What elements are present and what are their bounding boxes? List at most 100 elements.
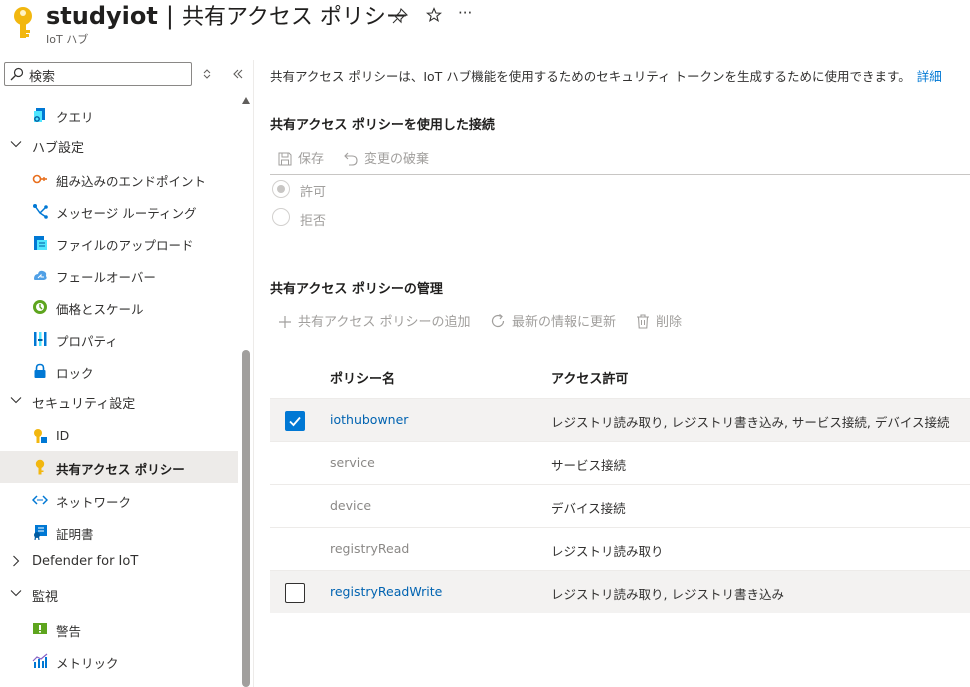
sidebar-item-certificates[interactable]: 証明書: [0, 516, 238, 548]
identity-icon: [34, 429, 47, 443]
page-description: 共有アクセス ポリシーは、IoT ハブ機能を使用するためのセキュリティ トークン…: [270, 66, 942, 85]
chevron-right-icon: [13, 555, 20, 567]
chevron-down-icon: [10, 141, 22, 148]
row-checkbox[interactable]: [285, 411, 305, 431]
policy-name-link[interactable]: iothubowner: [330, 412, 408, 427]
table-row[interactable]: iothubowner レジストリ読み取り, レジストリ書き込み, サービス接続…: [270, 398, 970, 441]
save-button[interactable]: 保存: [278, 148, 324, 167]
network-icon: [32, 495, 48, 505]
resource-menu: 検索 クエリ ハブ設定 組み込みのエンドポイント メッセージ ルーティング ファ…: [0, 60, 252, 687]
scroll-up-arrow-icon[interactable]: [242, 97, 250, 104]
main-content: 共有アクセス ポリシーは、IoT ハブ機能を使用するためのセキュリティ トークン…: [254, 60, 970, 687]
menu-scrollbar-thumb[interactable]: [242, 350, 250, 687]
row-checkbox[interactable]: [285, 583, 305, 603]
deny-radio[interactable]: [272, 208, 290, 226]
key-icon: [35, 459, 45, 475]
allow-radio[interactable]: [272, 180, 290, 198]
sidebar-item-failover[interactable]: フェールオーバー: [0, 259, 238, 291]
sidebar-item-label: メッセージ ルーティング: [56, 206, 197, 221]
sidebar-item-metrics[interactable]: メトリック: [0, 645, 238, 677]
table-row[interactable]: service サービス接続: [270, 441, 970, 484]
sidebar-item-identity[interactable]: ID: [0, 420, 238, 452]
sidebar-item-label: 価格とスケール: [56, 302, 144, 317]
deny-label: 拒否: [300, 214, 327, 229]
resource-name: studyiot: [46, 2, 158, 30]
sidebar-item-message-routing[interactable]: メッセージ ルーティング: [0, 195, 238, 227]
add-policy-button[interactable]: 共有アクセス ポリシーの追加: [278, 311, 470, 330]
add-icon: [279, 316, 291, 328]
sidebar-item-network[interactable]: ネットワーク: [0, 484, 238, 516]
sidebar-group-hub-settings[interactable]: ハブ設定: [0, 130, 238, 162]
policy-name-link[interactable]: registryRead: [330, 541, 409, 556]
refresh-icon: [491, 314, 505, 328]
discard-label: 変更の破棄: [364, 152, 430, 167]
search-icon: [10, 67, 24, 81]
more-button[interactable]: ···: [458, 4, 472, 22]
refresh-label: 最新の情報に更新: [512, 315, 617, 330]
table-row[interactable]: registryReadWrite レジストリ読み取り, レジストリ書き込み: [270, 570, 970, 613]
sidebar-item-label: フェールオーバー: [56, 270, 156, 285]
query-icon: [34, 108, 45, 122]
key-icon: [14, 7, 32, 38]
sidebar-item-built-in-endpoints[interactable]: 組み込みのエンドポイント: [0, 163, 238, 195]
sidebar-item-pricing-scale[interactable]: 価格とスケール: [0, 291, 238, 323]
sidebar-item-label: 警告: [56, 624, 82, 639]
sidebar-item-label: ロック: [56, 366, 94, 381]
chevron-down-icon: [10, 397, 22, 404]
sidebar-item-label: クエリ: [56, 110, 94, 125]
sidebar-item-lock[interactable]: ロック: [0, 355, 238, 387]
sidebar-group-label: ハブ設定: [32, 141, 85, 156]
pin-icon[interactable]: [392, 8, 408, 24]
sidebar-item-shared-access-policies[interactable]: 共有アクセス ポリシー: [0, 451, 238, 483]
policy-permissions: サービス接続: [551, 458, 627, 473]
sidebar-item-properties[interactable]: プロパティ: [0, 323, 238, 355]
title-separator: |: [165, 2, 174, 30]
sidebar-item-query[interactable]: クエリ: [0, 99, 238, 131]
search-input[interactable]: 検索: [4, 62, 192, 86]
save-icon: [278, 152, 292, 166]
policy-name-link[interactable]: service: [330, 455, 375, 470]
table-row[interactable]: device デバイス接続: [270, 484, 970, 527]
routing-icon: [33, 204, 48, 219]
sidebar-item-label: ファイルのアップロード: [56, 238, 194, 253]
add-policy-label: 共有アクセス ポリシーの追加: [298, 315, 471, 330]
sort-icon[interactable]: [202, 68, 212, 80]
star-icon[interactable]: [426, 7, 442, 23]
refresh-button[interactable]: 最新の情報に更新: [490, 311, 616, 330]
sidebar-group-security-settings[interactable]: セキュリティ設定: [0, 386, 238, 418]
delete-button[interactable]: 削除: [636, 311, 682, 330]
manage-section-title: 共有アクセス ポリシーの管理: [270, 282, 443, 297]
save-label: 保存: [298, 152, 325, 167]
sidebar-item-alerts[interactable]: 警告: [0, 613, 238, 645]
table-row[interactable]: registryRead レジストリ読み取り: [270, 527, 970, 570]
page-header: studyiot | 共有アクセス ポリシー IoT ハブ ···: [0, 0, 970, 50]
policy-name-link[interactable]: registryReadWrite: [330, 584, 442, 599]
sidebar-item-file-upload[interactable]: ファイルのアップロード: [0, 227, 238, 259]
column-header-permissions[interactable]: アクセス許可: [551, 368, 628, 387]
connection-section-title: 共有アクセス ポリシーを使用した接続: [270, 118, 495, 133]
delete-label: 削除: [656, 315, 683, 330]
metrics-icon: [32, 653, 48, 668]
learn-more-link[interactable]: 詳細: [917, 69, 942, 84]
sidebar-item-label: プロパティ: [56, 334, 118, 349]
discard-changes-button[interactable]: 変更の破棄: [344, 148, 429, 167]
sidebar-group-monitoring[interactable]: 監視: [0, 579, 238, 611]
page-title: studyiot | 共有アクセス ポリシー: [46, 0, 408, 31]
sidebar-group-defender-for-iot[interactable]: Defender for IoT: [0, 547, 238, 579]
lock-icon: [34, 363, 46, 378]
sidebar-group-label: 監視: [32, 590, 59, 605]
description-text: 共有アクセス ポリシーは、IoT ハブ機能を使用するためのセキュリティ トークン…: [270, 69, 911, 84]
alert-icon: [33, 623, 47, 634]
policy-permissions: レジストリ読み取り, レジストリ書き込み, サービス接続, デバイス接続: [551, 415, 950, 430]
undo-icon: [344, 152, 358, 166]
sidebar-group-label: Defender for IoT: [32, 554, 139, 569]
policy-permissions: デバイス接続: [551, 501, 626, 516]
pricing-icon: [33, 300, 47, 314]
page-name: 共有アクセス ポリシー: [181, 5, 408, 30]
column-header-policy-name[interactable]: ポリシー名: [330, 368, 395, 387]
resource-type: IoT ハブ: [46, 33, 89, 46]
endpoint-icon: [32, 174, 47, 184]
policy-name-link[interactable]: device: [330, 498, 371, 513]
policy-permissions: レジストリ読み取り, レジストリ書き込み: [551, 587, 784, 602]
collapse-menu-icon[interactable]: [232, 68, 244, 80]
